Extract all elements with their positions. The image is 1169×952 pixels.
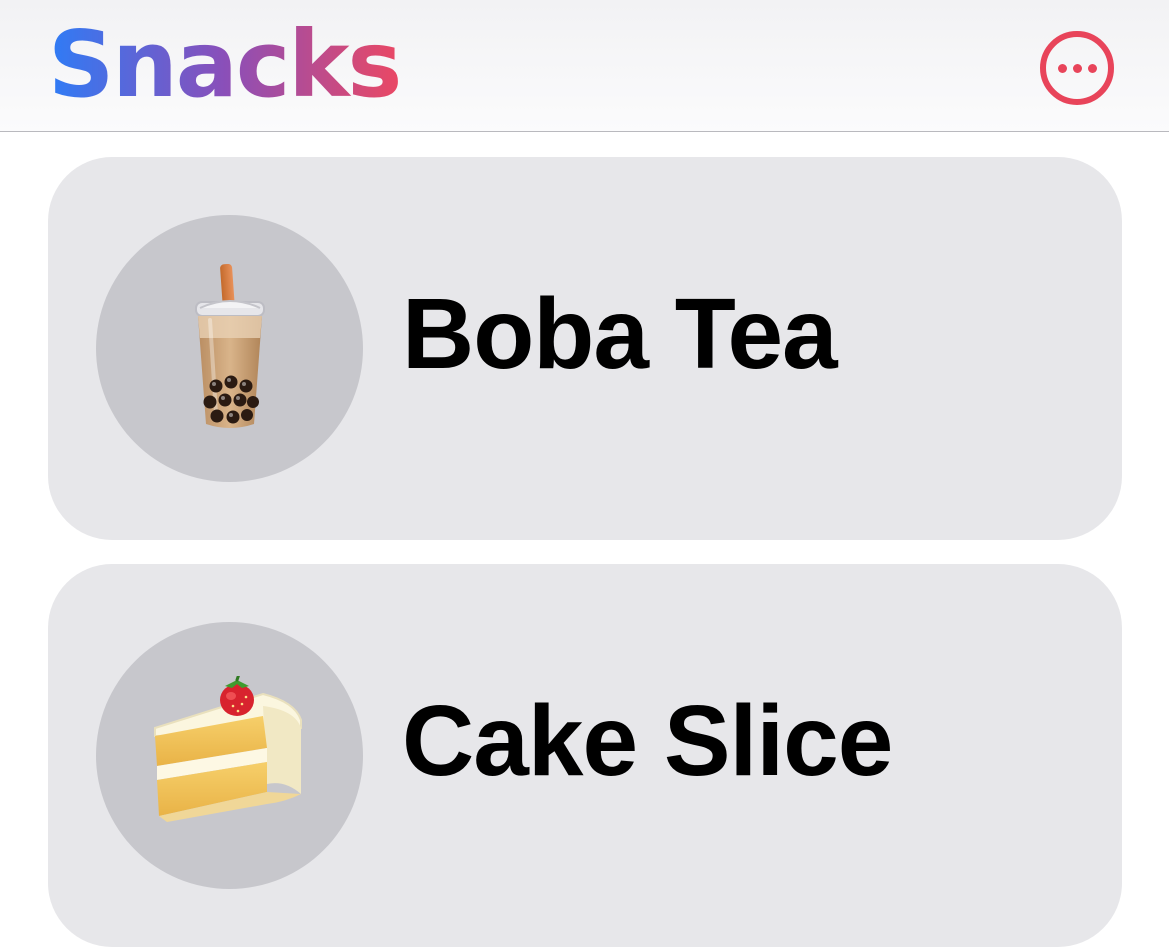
snack-card-cake-slice[interactable]: Cake Slice [48, 564, 1122, 947]
snack-label: Cake Slice [402, 685, 893, 797]
snack-label: Boba Tea [402, 278, 838, 390]
shortcake-icon [153, 675, 302, 822]
snack-avatar [96, 215, 363, 482]
snack-card-boba-tea[interactable]: Boba Tea [48, 157, 1122, 540]
bubble-tea-icon [194, 263, 265, 428]
ellipsis-dot [1057, 63, 1067, 73]
ellipsis-dot [1087, 63, 1097, 73]
ellipsis-dot [1072, 63, 1082, 73]
page-title: Snacks [48, 11, 402, 118]
snack-avatar [96, 622, 363, 889]
more-options-button[interactable] [1040, 31, 1114, 105]
navigation-bar: Snacks [0, 0, 1169, 132]
